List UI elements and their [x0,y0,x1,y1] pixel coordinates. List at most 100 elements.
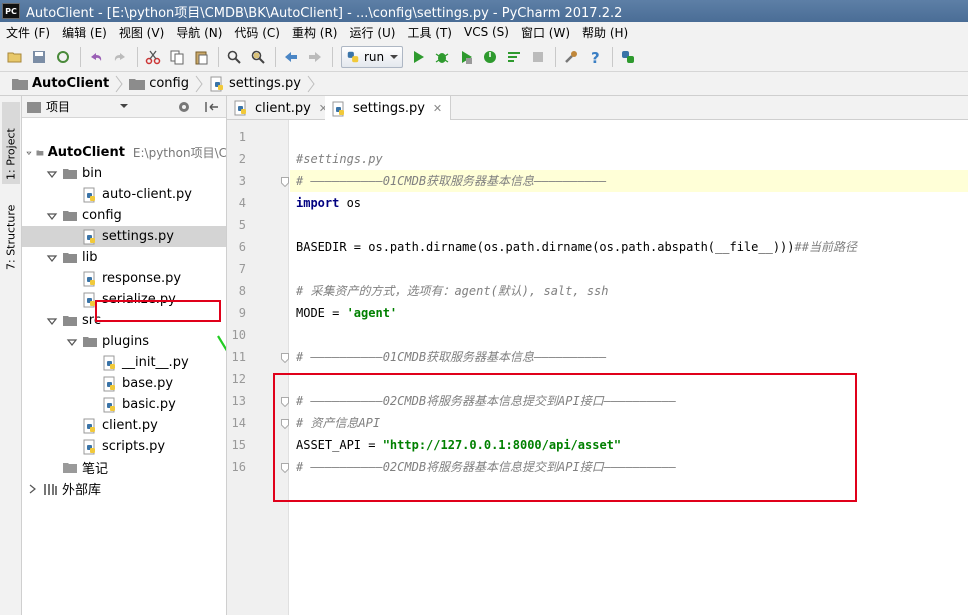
python-console-icon[interactable] [617,46,639,68]
chevron-down-icon[interactable] [46,315,58,327]
code-line[interactable] [290,214,968,236]
coverage-icon[interactable] [455,46,477,68]
tree-item-bin[interactable]: bin [22,163,226,184]
tree-item-plugins[interactable]: plugins [22,331,226,352]
redo-icon[interactable] [109,46,131,68]
collapse-all-icon[interactable] [204,99,220,115]
tree-item-auto-client-py[interactable]: auto-client.py [22,184,226,205]
tab-project[interactable]: 1: Project [2,102,20,184]
annotation-arrow-icon [217,335,226,352]
find-icon[interactable] [223,46,245,68]
tree-item-scripts-py[interactable]: scripts.py [22,436,226,457]
menu-item-4[interactable]: 代码 (C) [228,24,286,41]
run-icon[interactable] [407,46,429,68]
fold-marker-icon[interactable] [281,352,289,364]
code-line[interactable] [290,258,968,280]
chevron-down-icon[interactable] [66,336,78,348]
help-icon[interactable]: ? [584,46,606,68]
editor-tab-bar: client.py ✕ settings.py ✕ [227,96,968,121]
chevron-down-icon[interactable] [26,147,32,159]
menu-item-2[interactable]: 视图 (V) [113,24,170,41]
chevron-down-icon[interactable] [46,168,58,180]
menu-item-5[interactable]: 重构 (R) [286,24,344,41]
menu-item-3[interactable]: 导航 (N) [170,24,228,41]
editor-tab-settings-py[interactable]: settings.py ✕ [325,96,452,121]
code-line[interactable]: BASEDIR = os.path.dirname(os.path.dirnam… [290,236,968,258]
tree-item-response-py[interactable]: response.py [22,268,226,289]
close-icon[interactable]: ✕ [433,102,442,115]
code-line[interactable]: #settings.py [290,148,968,170]
code-line[interactable] [290,324,968,346]
tree-item-lib[interactable]: lib [22,247,226,268]
menu-item-8[interactable]: VCS (S) [458,25,515,39]
paste-icon[interactable] [190,46,212,68]
line-number: 10 [231,328,246,342]
code-line[interactable]: # ——————————01CMDB获取服务器基本信息—————————— [290,170,968,192]
line-number: 8 [238,284,246,298]
code-line[interactable]: import os [290,192,968,214]
tree-item-settings-py[interactable]: settings.py [22,226,226,247]
replace-icon[interactable] [247,46,269,68]
profile-icon[interactable] [479,46,501,68]
debug-icon[interactable] [431,46,453,68]
tree-item-__init__-py[interactable]: __init__.py [22,352,226,373]
open-folder-icon[interactable] [4,46,26,68]
menu-item-0[interactable]: 文件 (F) [0,24,56,41]
menu-item-9[interactable]: 窗口 (W) [515,24,576,41]
tree-item-path: E:\python项目\C [132,146,227,160]
tree-item-label: plugins [102,334,149,349]
sync-icon[interactable] [52,46,74,68]
tree-item-base-py[interactable]: base.py [22,373,226,394]
forward-icon[interactable] [304,46,326,68]
tree-item-[interactable]: 外部库 [22,478,226,499]
tree-item-label: basic.py [122,397,176,412]
folder-icon [63,210,77,221]
tree-item-[interactable]: 笔记 [22,457,226,478]
breadcrumb-project[interactable]: AutoClient [8,74,113,93]
run-configuration-select[interactable]: run [341,45,404,68]
code-line[interactable] [290,126,968,148]
menu-item-1[interactable]: 编辑 (E) [56,24,113,41]
gear-icon[interactable] [176,99,192,115]
tab-structure[interactable]: 7: Structure [2,188,20,274]
breadcrumb-file[interactable]: settings.py [205,74,305,94]
chevron-down-icon[interactable] [120,102,128,110]
menu-item-7[interactable]: 工具 (T) [401,24,458,41]
code-line[interactable]: # ——————————01CMDB获取服务器基本信息—————————— [290,346,968,368]
breadcrumb-config[interactable]: config [125,74,193,93]
code-token: 'agent' [346,306,398,320]
save-icon[interactable] [28,46,50,68]
chevron-right-icon[interactable] [26,483,38,495]
cut-icon[interactable] [142,46,164,68]
copy-icon[interactable] [166,46,188,68]
menu-item-10[interactable]: 帮助 (H) [576,24,634,41]
menu-item-6[interactable]: 运行 (U) [344,24,402,41]
code-editor[interactable]: #settings.py # ——————————01CMDB获取服务器基本信息—… [290,120,968,615]
code-line[interactable]: MODE = 'agent' [290,302,968,324]
concurrency-icon[interactable] [503,46,525,68]
python-file-icon [83,418,95,433]
fold-marker-icon[interactable] [281,176,289,188]
line-number: 14 [231,416,246,430]
folder-icon [63,252,77,263]
folder-icon [83,336,97,347]
editor-tab-client-py[interactable]: client.py ✕ [227,96,338,120]
settings-icon[interactable] [560,46,582,68]
code-text: #settings.py [296,152,383,166]
line-number: 7 [238,262,246,276]
chevron-down-icon[interactable] [46,252,58,264]
tree-item-autoclient[interactable]: AutoClient E:\python项目\C [22,142,227,163]
tree-item-client-py[interactable]: client.py [22,415,226,436]
back-icon[interactable] [280,46,302,68]
folder-icon [63,462,77,473]
tree-item-basic-py[interactable]: basic.py [22,394,226,415]
tree-item-label: auto-client.py [102,187,192,202]
chevron-down-icon[interactable] [46,210,58,222]
stop-icon[interactable] [527,46,549,68]
tree-item-config[interactable]: config [22,205,226,226]
undo-icon[interactable] [85,46,107,68]
code-line[interactable]: # 采集资产的方式，选项有：agent(默认), salt, ssh [290,280,968,302]
